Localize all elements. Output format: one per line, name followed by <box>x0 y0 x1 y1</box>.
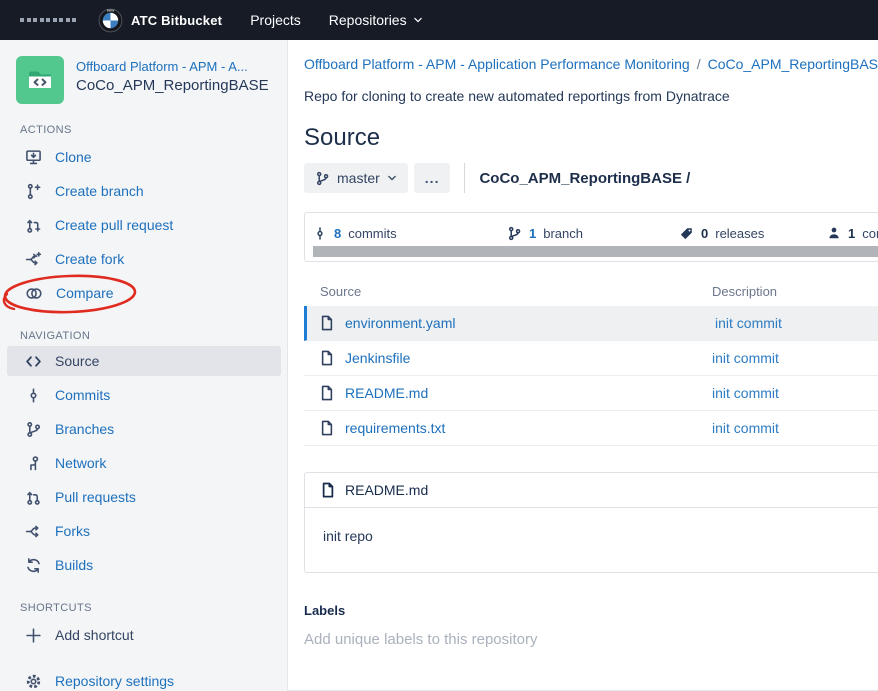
action-compare[interactable]: Compare <box>0 276 287 310</box>
compare-icon <box>25 285 43 302</box>
create-pull-request-icon <box>25 217 42 234</box>
file-link[interactable]: Jenkinsfile <box>345 350 410 366</box>
stat-branches[interactable]: 1 branch <box>507 222 583 244</box>
commit-icon <box>313 226 327 241</box>
labels-placeholder[interactable]: Add unique labels to this repository <box>304 631 878 648</box>
bmw-logo-icon: BMW <box>98 8 123 33</box>
repo-stats-bar: 8 commits 1 branch <box>304 212 878 262</box>
main-content: Offboard Platform - APM - Application Pe… <box>288 40 878 691</box>
stat-commits[interactable]: 8 commits <box>313 222 397 244</box>
builds-icon <box>25 557 42 574</box>
svg-text:BMW: BMW <box>107 8 115 12</box>
file-link[interactable]: requirements.txt <box>345 420 445 436</box>
brand[interactable]: BMW ATC Bitbucket <box>98 8 222 33</box>
sidebar: Offboard Platform - APM - A... CoCo_APM_… <box>0 40 288 691</box>
column-header-description: Description <box>712 284 777 299</box>
breadcrumb-repo-link[interactable]: CoCo_APM_ReportingBASE <box>708 56 878 72</box>
action-create-fork[interactable]: Create fork <box>0 242 287 276</box>
source-icon <box>25 353 42 370</box>
readme-panel-header[interactable]: README.md <box>305 473 878 508</box>
commit-message-link[interactable]: init commit <box>712 385 779 401</box>
sidebar-item-commits[interactable]: Commits <box>0 378 287 412</box>
file-link[interactable]: README.md <box>345 385 428 401</box>
action-create-branch[interactable]: Create branch <box>0 174 287 208</box>
branch-selector[interactable]: master <box>304 163 408 193</box>
file-row-jenkinsfile[interactable]: Jenkinsfile init commit <box>304 341 878 376</box>
repository-settings-link[interactable]: Repository settings <box>0 664 287 691</box>
section-title-navigation: NAVIGATION <box>0 330 287 342</box>
sidebar-item-builds[interactable]: Builds <box>0 548 287 582</box>
sidebar-item-source[interactable]: Source <box>7 346 281 376</box>
repo-name: CoCo_APM_ReportingBASE <box>76 77 269 94</box>
stat-contributors[interactable]: 1 contributor <box>827 222 878 244</box>
file-row-requirements-txt[interactable]: requirements.txt init commit <box>304 411 878 446</box>
section-title-actions: ACTIONS <box>0 124 287 136</box>
app-switcher-icon[interactable] <box>20 18 76 22</box>
file-icon <box>320 420 334 436</box>
file-icon <box>320 315 334 331</box>
breadcrumb: Offboard Platform - APM - Application Pe… <box>304 56 878 72</box>
stat-releases[interactable]: 0 releases <box>679 222 764 244</box>
repo-description: Repo for cloning to create new automated… <box>304 88 878 104</box>
commits-icon <box>25 387 42 404</box>
forks-icon <box>25 523 42 540</box>
app-title: ATC Bitbucket <box>131 13 222 28</box>
toolbar-divider <box>464 163 465 193</box>
chevron-down-icon <box>387 173 397 183</box>
tag-icon <box>679 226 694 241</box>
file-row-environment-yaml[interactable]: environment.yaml init commit <box>304 306 878 341</box>
action-clone[interactable]: Clone <box>0 140 287 174</box>
commit-message-link[interactable]: init commit <box>712 350 779 366</box>
sidebar-item-branches[interactable]: Branches <box>0 412 287 446</box>
branch-icon <box>315 171 330 186</box>
source-toolbar: master ... CoCo_APM_ReportingBASE / <box>304 162 878 194</box>
breadcrumb-project-link[interactable]: Offboard Platform - APM - Application Pe… <box>304 56 690 72</box>
file-table-header: Source Description <box>304 280 878 306</box>
plus-icon <box>25 627 42 644</box>
clone-icon <box>25 149 42 166</box>
breadcrumb-separator: / <box>690 56 708 72</box>
person-icon <box>827 226 841 240</box>
commit-message-link[interactable]: init commit <box>712 420 779 436</box>
gear-icon <box>25 673 42 690</box>
page-title: Source <box>304 124 878 152</box>
file-icon <box>321 482 335 498</box>
section-title-shortcuts: SHORTCUTS <box>0 602 287 614</box>
create-fork-icon <box>25 251 42 268</box>
commit-message-link[interactable]: init commit <box>715 315 782 331</box>
create-branch-icon <box>25 183 42 200</box>
readme-content: init repo <box>305 508 878 572</box>
project-link[interactable]: Offboard Platform - APM - A... <box>76 59 269 74</box>
add-shortcut-button[interactable]: Add shortcut <box>0 618 287 652</box>
sidebar-item-network[interactable]: Network <box>0 446 287 480</box>
pull-requests-icon <box>25 489 42 506</box>
branches-icon <box>25 421 42 438</box>
file-table: Source Description environment.yaml init… <box>304 280 878 446</box>
branch-selector-label: master <box>337 170 380 186</box>
file-row-readme-md[interactable]: README.md init commit <box>304 376 878 411</box>
column-header-source: Source <box>320 284 361 299</box>
readme-title: README.md <box>345 482 428 498</box>
repo-avatar <box>16 56 64 104</box>
nav-projects[interactable]: Projects <box>250 12 301 28</box>
top-navigation-bar: BMW ATC Bitbucket Projects Repositories <box>0 0 878 40</box>
action-create-pull-request[interactable]: Create pull request <box>0 208 287 242</box>
nav-repositories[interactable]: Repositories <box>329 12 423 28</box>
sidebar-item-pull-requests[interactable]: Pull requests <box>0 480 287 514</box>
file-link[interactable]: environment.yaml <box>345 315 456 331</box>
repo-header: Offboard Platform - APM - A... CoCo_APM_… <box>0 56 287 104</box>
file-icon <box>320 385 334 401</box>
network-icon <box>25 455 42 472</box>
current-path: CoCo_APM_ReportingBASE / <box>479 170 690 187</box>
bitbucket-repo-page: BMW ATC Bitbucket Projects Repositories <box>0 0 878 691</box>
sidebar-item-forks[interactable]: Forks <box>0 514 287 548</box>
branch-icon <box>507 226 522 241</box>
chevron-down-icon <box>413 15 423 25</box>
readme-panel: README.md init repo <box>304 472 878 573</box>
file-icon <box>320 350 334 366</box>
horizontal-scrollbar[interactable] <box>313 246 878 257</box>
labels-section-title: Labels <box>304 603 878 618</box>
more-actions-button[interactable]: ... <box>414 163 451 193</box>
